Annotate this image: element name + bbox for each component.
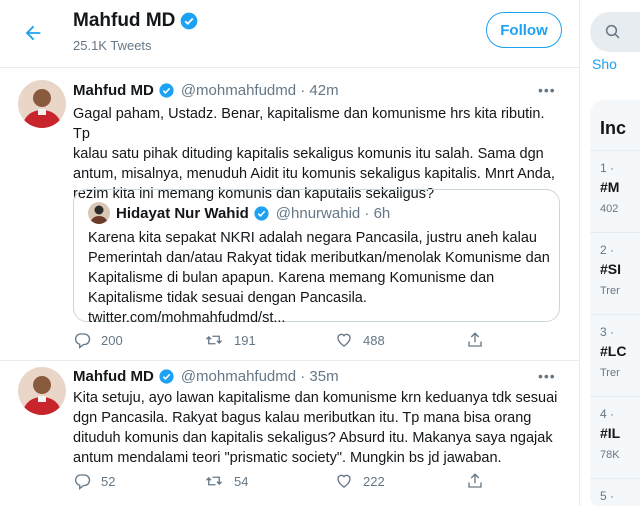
- retweet-icon: [206, 476, 222, 486]
- trend-item[interactable]: 1 · #M 402: [590, 150, 640, 232]
- retweet-count: 54: [234, 473, 249, 489]
- quoted-avatar: [88, 202, 110, 224]
- tweet-item[interactable]: Mahfud MD @mohmahfudmd · 35m ••• Kita se…: [0, 361, 580, 506]
- profile-header: Mahfud MD 25.1K Tweets Follow: [0, 0, 580, 68]
- verified-badge-icon: [253, 205, 270, 222]
- quoted-author-name: Hidayat Nur Wahid: [116, 204, 249, 222]
- trend-item[interactable]: 2 · #SI Trer: [590, 232, 640, 314]
- trend-subtext: 78K: [600, 449, 620, 461]
- profile-name: Mahfud MD: [73, 10, 176, 31]
- back-button[interactable]: [18, 18, 48, 48]
- quoted-handle-time: @hnurwahid · 6h: [275, 204, 391, 222]
- reply-icon: [74, 333, 91, 349]
- retweet-icon: [206, 335, 222, 345]
- reply-count: 52: [101, 473, 116, 489]
- tweet-count: 25.1K Tweets: [73, 38, 152, 53]
- reply-button[interactable]: 52: [73, 472, 204, 490]
- profile-name-row: Mahfud MD: [73, 10, 199, 32]
- arrow-left-icon: [25, 25, 41, 41]
- more-options-icon[interactable]: •••: [538, 82, 556, 98]
- trend-rank: 1 ·: [600, 161, 615, 175]
- trend-subtext: 402: [600, 203, 619, 215]
- tweet-author-name[interactable]: Mahfud MD: [73, 82, 154, 99]
- tweet-item[interactable]: Mahfud MD @mohmahfudmd · 42m ••• Gagal p…: [0, 69, 580, 361]
- quoted-tweet-header: Hidayat Nur Wahid @hnurwahid · 6h: [88, 202, 390, 224]
- timeline-column: Mahfud MD 25.1K Tweets Follow Mahfud MD …: [0, 0, 580, 506]
- trend-tag: #IL: [600, 425, 621, 441]
- trend-rank: 3 ·: [600, 325, 615, 339]
- reply-button[interactable]: 200: [73, 331, 204, 349]
- trend-item[interactable]: 3 · #LC Trer: [590, 314, 640, 396]
- trend-tag: #M: [600, 179, 620, 195]
- trend-rank: 4 ·: [600, 407, 615, 421]
- more-options-icon[interactable]: •••: [538, 368, 556, 384]
- quoted-tweet-text: Karena kita sepakat NKRI adalah negara P…: [88, 230, 550, 326]
- show-more-link[interactable]: Sho: [592, 56, 617, 72]
- tweet-actions: 200 191 488: [73, 331, 597, 349]
- tweet-header: Mahfud MD @mohmahfudmd · 35m: [73, 368, 339, 385]
- right-sidebar: Sho Inc 1 · #M 402 2 · #SI Trer 3 · #LC …: [581, 0, 640, 506]
- share-button[interactable]: [466, 331, 597, 349]
- reply-icon: [74, 474, 91, 490]
- tweet-author-name[interactable]: Mahfud MD: [73, 368, 154, 385]
- heart-icon: [337, 474, 351, 488]
- trend-subtext: Trer: [600, 367, 620, 379]
- share-button[interactable]: [466, 472, 597, 490]
- share-icon: [468, 332, 482, 347]
- share-icon: [468, 473, 482, 488]
- like-count: 488: [363, 332, 385, 348]
- tweet-actions: 52 54 222: [73, 472, 597, 490]
- trends-title: Inc: [600, 118, 627, 138]
- like-button[interactable]: 222: [335, 472, 466, 490]
- retweet-button[interactable]: 191: [204, 331, 335, 349]
- trend-rank: 5 ·: [600, 489, 615, 503]
- tweet-handle-time[interactable]: @mohmahfudmd · 35m: [181, 368, 339, 385]
- tweet-header: Mahfud MD @mohmahfudmd · 42m: [73, 82, 339, 99]
- avatar[interactable]: [18, 80, 66, 128]
- trend-item[interactable]: 4 · #IL 78K: [590, 396, 640, 478]
- trend-tag: #LC: [600, 343, 627, 359]
- verified-badge-icon: [158, 82, 175, 99]
- like-button[interactable]: 488: [335, 331, 466, 349]
- search-icon: [604, 23, 622, 46]
- reply-count: 200: [101, 332, 123, 348]
- tweet-handle-time[interactable]: @mohmahfudmd · 42m: [181, 82, 339, 99]
- verified-badge-icon: [179, 11, 199, 31]
- tweet-text: Kita setuju, ayo lawan kapitalisme dan k…: [73, 390, 558, 466]
- retweet-count: 191: [234, 332, 256, 348]
- verified-badge-icon: [158, 368, 175, 385]
- trend-rank: 2 ·: [600, 243, 615, 257]
- trend-tag: #SI: [600, 261, 622, 277]
- quoted-tweet[interactable]: Hidayat Nur Wahid @hnurwahid · 6h Karena…: [73, 189, 560, 326]
- follow-button[interactable]: Follow: [486, 12, 562, 48]
- retweet-button[interactable]: 54: [204, 472, 335, 490]
- heart-icon: [337, 333, 351, 347]
- trend-item[interactable]: 5 ·: [590, 478, 640, 506]
- search-input[interactable]: [590, 12, 640, 52]
- trends-panel: Inc 1 · #M 402 2 · #SI Trer 3 · #LC Trer…: [590, 100, 640, 506]
- like-count: 222: [363, 473, 385, 489]
- trend-subtext: Trer: [600, 285, 620, 297]
- avatar[interactable]: [18, 367, 66, 415]
